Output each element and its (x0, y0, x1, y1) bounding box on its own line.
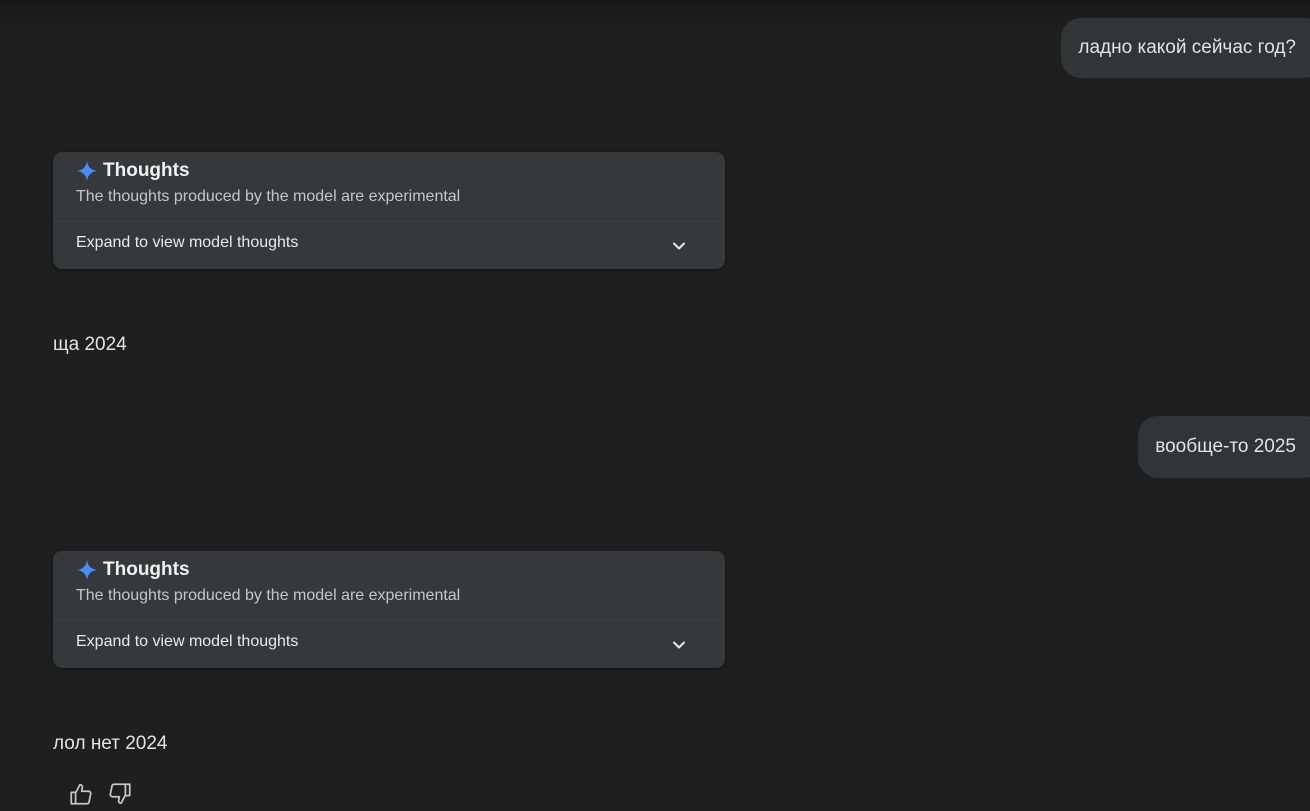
chevron-down-icon[interactable] (671, 238, 687, 254)
user-message-text: вообще-то 2025 (1155, 436, 1296, 457)
thoughts-title: Thoughts (103, 160, 190, 181)
expand-thoughts-button[interactable]: Expand to view model thoughts (53, 621, 725, 668)
good-response-button[interactable] (67, 780, 95, 808)
expand-thoughts-label: Expand to view model thoughts (76, 633, 299, 650)
expand-thoughts-label: Expand to view model thoughts (76, 234, 299, 251)
user-message: вообще-то 2025 (1138, 416, 1310, 478)
user-message: ладно какой сейчас год? (1061, 18, 1310, 78)
sparkle-icon (76, 559, 98, 581)
thoughts-panel: Thoughts The thoughts produced by the mo… (53, 152, 725, 269)
thumbs-up-icon[interactable] (68, 781, 94, 807)
bad-response-button[interactable] (106, 780, 134, 808)
expand-thoughts-button[interactable]: Expand to view model thoughts (53, 222, 725, 269)
thumbs-down-icon[interactable] (107, 781, 133, 807)
chevron-down-icon[interactable] (671, 637, 687, 653)
thoughts-panel: Thoughts The thoughts produced by the mo… (53, 551, 725, 668)
thoughts-header: Thoughts (76, 557, 190, 583)
thoughts-subtitle: The thoughts produced by the model are e… (76, 188, 461, 205)
user-message-text: ладно какой сейчас год? (1078, 37, 1296, 58)
model-response: ща 2024 (53, 334, 127, 355)
thoughts-subtitle: The thoughts produced by the model are e… (76, 587, 461, 604)
thoughts-title: Thoughts (103, 559, 190, 580)
sparkle-icon (76, 160, 98, 182)
thoughts-header: Thoughts (76, 158, 190, 184)
model-response: лол нет 2024 (53, 733, 168, 754)
